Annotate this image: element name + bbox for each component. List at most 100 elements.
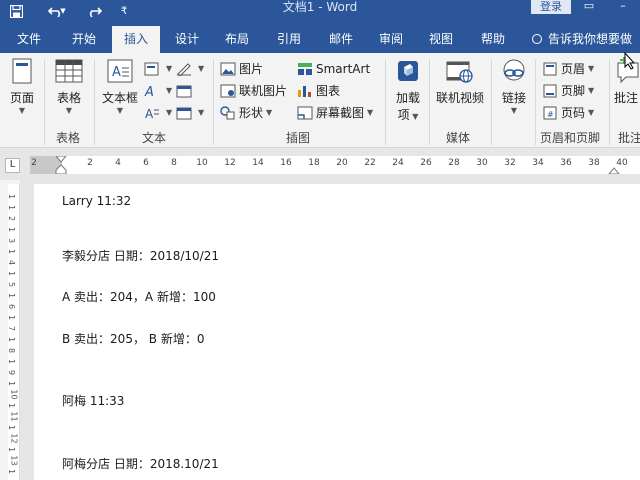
pages-button[interactable]: 页面 ▼: [4, 57, 40, 116]
footer-button[interactable]: 页脚 ▼: [542, 81, 594, 101]
doc-line-2: 李毅分店 日期：2018/10/21: [62, 249, 219, 263]
vertical-ruler[interactable]: 1 1 2 1 3 1 4 1 5 1 6 1 7 1 8 1 9 1 10 1…: [7, 184, 20, 480]
chart-button[interactable]: 图表: [297, 81, 340, 101]
vruler-number: 10: [9, 389, 19, 400]
text-group-label: 文本: [142, 131, 167, 145]
dropcap-button[interactable]: A ▼: [144, 103, 172, 123]
shapes-icon: [220, 106, 235, 120]
tab-file[interactable]: 文件: [4, 26, 54, 53]
tab-insert[interactable]: 插入: [112, 26, 160, 53]
online-pictures-label: 联机图片: [239, 84, 288, 98]
links-button[interactable]: 链接 ▼: [497, 57, 531, 116]
svg-text:#: #: [547, 110, 554, 119]
document-page[interactable]: Larry 11:32 李毅分店 日期：2018/10/21 A 卖出：204，…: [34, 184, 640, 480]
shapes-label: 形状: [239, 106, 264, 120]
calendar-icon: [176, 85, 192, 98]
online-video-button[interactable]: 联机视频: [434, 57, 486, 106]
vruler-number: 1: [7, 446, 17, 453]
right-indent-marker-icon[interactable]: [608, 164, 620, 174]
table-label: 表格: [56, 91, 81, 105]
tab-design[interactable]: 设计: [164, 26, 210, 53]
date-time-button[interactable]: [176, 81, 195, 101]
shapes-button[interactable]: 形状 ▼: [220, 103, 272, 123]
signature-icon: [177, 63, 191, 76]
ruler-number: 10: [196, 158, 208, 168]
addins-button[interactable]: 加载 项 ▼: [390, 57, 426, 123]
dropcap-icon: A: [145, 107, 159, 120]
header-icon: [543, 62, 557, 76]
vruler-number: 5: [7, 281, 17, 288]
tab-references[interactable]: 引用: [266, 26, 312, 53]
tab-mailings[interactable]: 邮件: [318, 26, 364, 53]
tab-review[interactable]: 审阅: [368, 26, 414, 53]
table-group-label: 表格: [56, 131, 81, 145]
vruler-number: 8: [7, 347, 17, 354]
smartart-button[interactable]: SmartArt: [297, 59, 370, 79]
page-number-label: 页码: [561, 106, 586, 120]
footer-icon: [543, 84, 557, 98]
signature-line-button[interactable]: ▼: [176, 59, 204, 79]
store-icon: [395, 57, 421, 85]
table-button[interactable]: 表格 ▼: [50, 57, 88, 116]
vruler-number: 1: [7, 270, 17, 277]
chevron-down-icon: ▼: [510, 106, 518, 115]
horizontal-ruler[interactable]: 2 2 4 6 8 10 12 14 16 18 20 22 24 26 28 …: [30, 156, 640, 174]
group-divider: [44, 59, 45, 145]
page-number-icon: #: [543, 106, 557, 120]
page-number-button[interactable]: # 页码 ▼: [542, 103, 594, 123]
ruler-number: 12: [224, 158, 236, 168]
quick-parts-button[interactable]: ▼: [144, 59, 172, 79]
textbox-label: 文本框: [101, 91, 138, 105]
header-button[interactable]: 页眉 ▼: [542, 59, 594, 79]
title-bar: ▼ ₹ 文档1 - Word 登录 ▭ –: [0, 0, 640, 26]
wordart-button[interactable]: A ▼: [144, 81, 172, 101]
comment-label: 批注: [614, 91, 639, 105]
tab-help[interactable]: 帮助: [470, 26, 516, 53]
screenshot-button[interactable]: 屏幕截图 ▼: [297, 103, 373, 123]
group-divider: [609, 59, 610, 145]
textbox-button[interactable]: A 文本框 ▼: [100, 57, 140, 116]
chart-icon: [298, 86, 311, 97]
mouse-cursor-icon: [624, 52, 636, 70]
pictures-button[interactable]: 图片: [220, 59, 263, 79]
group-divider: [94, 59, 95, 145]
online-video-icon: [445, 57, 475, 85]
picture-icon: [220, 62, 236, 76]
wordart-icon: A: [144, 85, 154, 98]
addins-label-line1: 加载: [395, 91, 420, 105]
online-pictures-button[interactable]: 联机图片: [220, 81, 287, 101]
vruler-number: 13: [9, 455, 19, 466]
online-video-label: 联机视频: [435, 91, 484, 105]
object-icon: [176, 107, 192, 120]
indent-marker-icon[interactable]: [55, 156, 67, 174]
ruler-number: 16: [280, 158, 292, 168]
addins-label-line2: 项 ▼: [397, 108, 419, 122]
comment-group-label: 批注: [618, 131, 640, 145]
tab-selector[interactable]: L: [5, 158, 20, 173]
chevron-down-icon: ▼: [65, 106, 73, 115]
doc-line-3: A 卖出：204，A 新增：100: [62, 290, 216, 304]
page-icon: [10, 57, 34, 85]
tab-home[interactable]: 开始: [58, 26, 110, 53]
object-button[interactable]: ▼: [176, 103, 204, 123]
svg-text:A: A: [112, 65, 121, 80]
chevron-down-icon: ▼: [18, 106, 26, 115]
tab-layout[interactable]: 布局: [214, 26, 260, 53]
vruler-number: 1: [7, 402, 17, 409]
ribbon-display-icon[interactable]: ▭: [578, 0, 600, 14]
textbox-icon: A: [106, 57, 134, 85]
tell-me-label: 告诉我你想要做: [548, 32, 633, 46]
doc-line-5: 阿梅 11:33: [62, 394, 125, 408]
word-window: ▼ ₹ 文档1 - Word 登录 ▭ – 文件 开始 插入 设计 布局 引用 …: [0, 0, 640, 480]
login-button[interactable]: 登录: [531, 0, 571, 14]
group-divider: [213, 59, 214, 145]
illustrations-group-label: 插图: [286, 131, 311, 145]
ruler-number: 2: [31, 158, 37, 168]
tell-me-box[interactable]: 告诉我你想要做: [532, 26, 632, 53]
link-icon: [501, 57, 527, 85]
group-divider: [535, 59, 536, 145]
minimize-icon[interactable]: –: [612, 0, 634, 14]
vruler-number: 1: [7, 292, 17, 299]
header-footer-group-label: 页眉和页脚: [540, 131, 601, 145]
tab-view[interactable]: 视图: [418, 26, 464, 53]
